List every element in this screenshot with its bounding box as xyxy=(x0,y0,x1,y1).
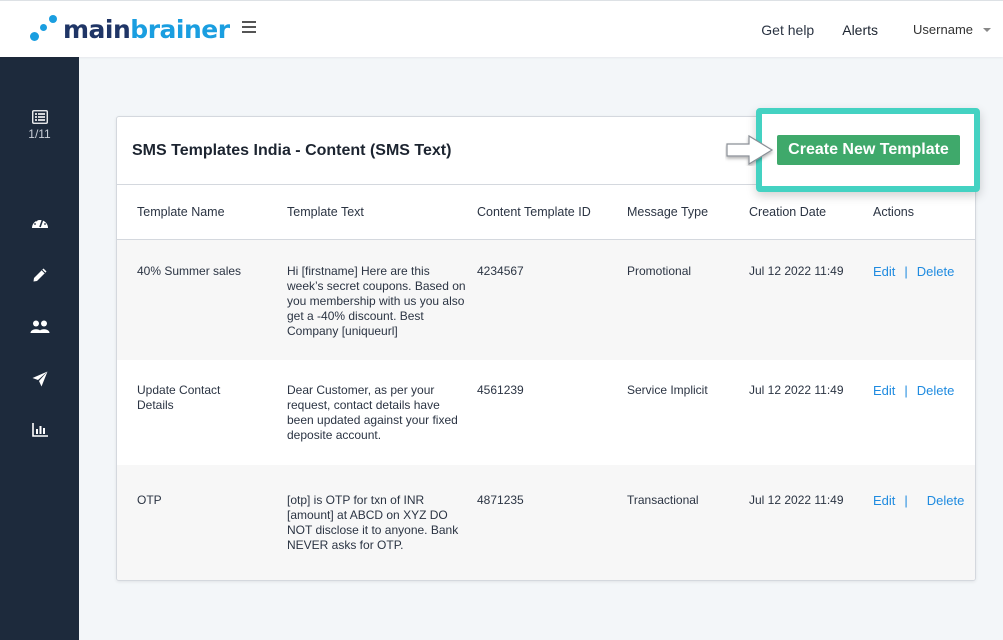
column-header-creation-date[interactable]: Creation Date xyxy=(747,185,867,240)
sidebar-item-reports[interactable] xyxy=(0,423,79,437)
templates-table: Template Name Template Text Content Temp… xyxy=(117,185,975,580)
template-id-cell: 4234567 xyxy=(477,263,524,278)
header-nav: Get help Alerts Username xyxy=(761,1,1003,58)
column-header-template-text[interactable]: Template Text xyxy=(287,185,477,240)
creation-date-cell: Jul 12 2022 11:49 xyxy=(749,383,844,397)
column-header-message-type[interactable]: Message Type xyxy=(627,185,747,240)
dashboard-icon xyxy=(31,218,48,228)
template-id-cell: 4561239 xyxy=(477,383,524,397)
edit-link[interactable]: Edit xyxy=(873,383,895,398)
table-row: OTP [otp] is OTP for txn of INR [amount]… xyxy=(117,465,975,580)
action-separator: | xyxy=(904,263,908,279)
table-row: 40% Summer sales Hi [firstname] Here are… xyxy=(117,239,975,360)
template-id-cell: 4871235 xyxy=(477,493,524,507)
actions-cell: Edit | Delete xyxy=(867,465,975,580)
list-icon xyxy=(31,110,48,124)
delete-link[interactable]: Delete xyxy=(917,264,955,279)
mainbrainer-logo[interactable]: mainbrainer xyxy=(30,13,230,45)
delete-link[interactable]: Delete xyxy=(917,383,955,398)
template-text-cell: [otp] is OTP for txn of INR [amount] at … xyxy=(287,493,459,552)
template-name-cell: OTP xyxy=(137,493,162,507)
top-navbar: mainbrainer Get help Alerts Username xyxy=(0,0,1003,57)
chart-icon xyxy=(31,423,48,437)
action-separator: | xyxy=(904,493,908,508)
template-name-cell: Update Contact Details xyxy=(137,383,221,412)
alerts-link[interactable]: Alerts xyxy=(842,22,878,38)
edit-link[interactable]: Edit xyxy=(873,493,895,508)
pointer-arrow-icon xyxy=(726,134,774,166)
actions-cell: Edit | Delete xyxy=(867,239,975,360)
logo-dots-icon xyxy=(30,14,60,44)
user-menu-dropdown[interactable]: Username xyxy=(913,22,991,37)
users-icon xyxy=(30,320,49,333)
table-header-row: Template Name Template Text Content Temp… xyxy=(117,185,975,240)
message-type-cell: Service Implicit xyxy=(627,383,708,397)
action-separator: | xyxy=(904,383,908,398)
hamburger-menu-icon[interactable] xyxy=(242,21,256,33)
template-text-cell: Dear Customer, as per your request, cont… xyxy=(287,383,458,442)
column-header-template-name[interactable]: Template Name xyxy=(117,185,287,240)
create-template-highlight: Create New Template xyxy=(756,108,980,192)
column-header-content-template-id[interactable]: Content Template ID xyxy=(477,185,627,240)
table-row: Update Contact Details Dear Customer, as… xyxy=(117,360,975,465)
logo-text: mainbrainer xyxy=(63,14,230,44)
actions-cell: Edit | Delete xyxy=(867,360,975,465)
edit-link[interactable]: Edit xyxy=(873,264,895,279)
creation-date-cell: Jul 12 2022 11:49 xyxy=(749,263,844,278)
sidebar-item-list[interactable]: 1/11 xyxy=(0,110,79,141)
sidebar: 1/11 xyxy=(0,57,79,640)
page-counter: 1/11 xyxy=(28,127,51,141)
message-type-cell: Promotional xyxy=(627,263,692,278)
page-title: SMS Templates India - Content (SMS Text) xyxy=(132,141,452,159)
get-help-link[interactable]: Get help xyxy=(761,22,814,38)
chevron-down-icon xyxy=(983,27,991,32)
sidebar-item-dashboard[interactable] xyxy=(0,215,79,229)
sidebar-item-send[interactable] xyxy=(0,371,79,387)
column-header-actions: Actions xyxy=(867,185,975,240)
send-icon xyxy=(32,371,47,387)
create-new-template-button[interactable]: Create New Template xyxy=(777,135,960,165)
sidebar-item-edit[interactable] xyxy=(0,267,79,283)
sidebar-item-contacts[interactable] xyxy=(0,320,79,334)
pencil-icon xyxy=(33,268,46,282)
template-name-cell: 40% Summer sales xyxy=(137,263,242,278)
delete-link[interactable]: Delete xyxy=(927,493,965,508)
username-label: Username xyxy=(913,22,973,37)
message-type-cell: Transactional xyxy=(627,493,699,507)
template-text-cell: Hi [firstname] Here are this week’s secr… xyxy=(287,263,466,338)
creation-date-cell: Jul 12 2022 11:49 xyxy=(749,493,844,507)
